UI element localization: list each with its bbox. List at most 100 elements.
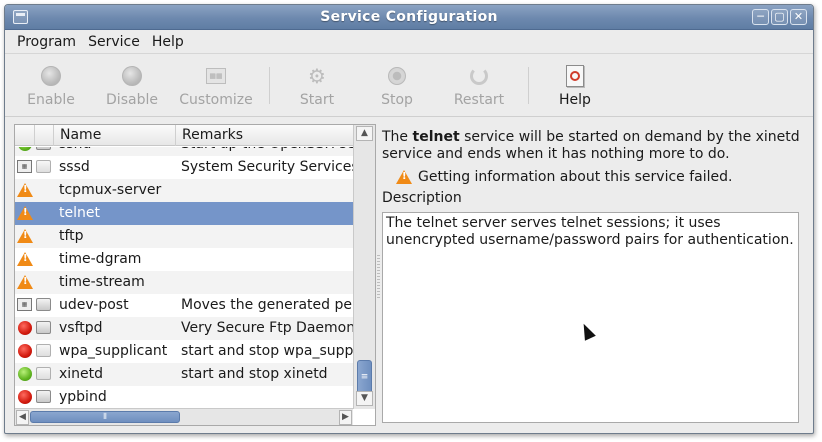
service-remark: start and stop xinetd: [181, 366, 328, 382]
service-remark: Moves the generated pers: [181, 297, 353, 313]
service-row-vsftpd[interactable]: vsftpd Very Secure Ftp Daemon: [15, 317, 353, 340]
stop-icon: [386, 65, 408, 87]
service-row-time-dgram[interactable]: time-dgram: [15, 248, 353, 271]
maximize-button[interactable]: ▢: [771, 9, 788, 25]
service-list: Name Remarks sshd Start up the OpenSSH se…: [14, 124, 376, 426]
service-row-sshd[interactable]: sshd Start up the OpenSSH serv: [15, 147, 353, 156]
minimize-button[interactable]: ─: [752, 9, 769, 25]
menu-program[interactable]: Program: [11, 34, 82, 50]
service-name: udev-post: [59, 297, 129, 313]
disable-button[interactable]: Disable: [93, 55, 171, 116]
plug-icon: [36, 344, 52, 359]
warning-icon: [396, 170, 412, 184]
help-button[interactable]: Help: [537, 55, 613, 116]
menu-help[interactable]: Help: [146, 34, 190, 50]
service-row-tftp[interactable]: tftp: [15, 225, 353, 248]
service-name: wpa_supplicant: [59, 343, 168, 359]
service-name: vsftpd: [59, 320, 103, 336]
customize-button[interactable]: ▦▦ Customize: [171, 55, 261, 116]
plug-icon: [36, 367, 52, 382]
column-name[interactable]: Name: [54, 125, 176, 146]
plug-icon: [36, 147, 52, 152]
stop-button[interactable]: Stop: [356, 55, 438, 116]
service-row-telnet[interactable]: telnet: [15, 202, 353, 225]
service-name: sshd: [59, 147, 91, 156]
warning-icon: [17, 229, 33, 244]
enable-label: Enable: [27, 92, 75, 108]
plug-icon: [36, 298, 52, 313]
start-gear-icon: ⚙: [308, 64, 326, 88]
start-button[interactable]: ⚙ Start: [278, 55, 356, 116]
restart-label: Restart: [453, 92, 505, 108]
pane-splitter[interactable]: [377, 255, 380, 300]
service-remark: Start up the OpenSSH serv: [181, 147, 353, 156]
service-remark: Very Secure Ftp Daemon: [181, 320, 353, 336]
enable-button[interactable]: Enable: [9, 55, 93, 116]
menu-service[interactable]: Service: [82, 34, 146, 50]
window-title: Service Configuration: [320, 9, 498, 25]
service-name: time-dgram: [59, 251, 142, 267]
column-remarks[interactable]: Remarks: [176, 125, 353, 146]
service-row-ypbind[interactable]: ypbind: [15, 386, 353, 409]
plug-icon: [36, 321, 52, 336]
running-status-icon: [17, 367, 33, 382]
warning-icon: [17, 252, 33, 267]
description-text[interactable]: The telnet server serves telnet sessions…: [382, 212, 799, 423]
info-warning: Getting information about this service f…: [396, 169, 802, 185]
disable-icon: [121, 65, 143, 87]
service-row-sssd[interactable]: ▦ sssd System Security Services: [15, 156, 353, 179]
vertical-scroll-thumb[interactable]: ≡: [357, 360, 372, 394]
list-rows: sshd Start up the OpenSSH serv ▦ sssd System…: [15, 147, 353, 409]
service-name: telnet: [59, 205, 100, 221]
stop-label: Stop: [381, 92, 413, 108]
disable-label: Disable: [106, 92, 158, 108]
service-row-wpa-supplicant[interactable]: wpa_supplicant start and stop wpa_supplic: [15, 340, 353, 363]
service-unit-icon: ▦: [17, 298, 33, 313]
vertical-scrollbar[interactable]: ▲ ≡ ▼: [353, 125, 375, 409]
service-row-xinetd[interactable]: xinetd start and stop xinetd: [15, 363, 353, 386]
column-status[interactable]: [15, 125, 35, 146]
toolbar-separator: [269, 67, 270, 104]
service-info-text: The telnet service will be started on de…: [382, 129, 800, 162]
help-document-icon: [564, 65, 586, 87]
horizontal-scrollbar[interactable]: ◀ ⦀ ▶: [15, 408, 353, 425]
warning-icon: [17, 183, 33, 198]
service-remark: System Security Services: [181, 159, 353, 175]
start-label: Start: [299, 92, 335, 108]
service-name: ypbind: [59, 389, 107, 405]
stopped-status-icon: [17, 390, 33, 405]
horizontal-scroll-thumb[interactable]: ⦀: [30, 411, 180, 423]
service-row-udev-post[interactable]: ▦ udev-post Moves the generated pers: [15, 294, 353, 317]
help-label: Help: [559, 92, 591, 108]
plug-icon: [36, 160, 52, 175]
restart-icon: [468, 65, 490, 87]
service-name: tftp: [59, 228, 84, 244]
list-header: Name Remarks: [15, 125, 353, 146]
scroll-down-button[interactable]: ▼: [356, 391, 373, 406]
scroll-up-button[interactable]: ▲: [356, 126, 373, 141]
plug-icon: [36, 390, 52, 405]
close-button[interactable]: ✕: [790, 9, 807, 25]
restart-button[interactable]: Restart: [438, 55, 520, 116]
stopped-status-icon: [17, 321, 33, 336]
scroll-right-button[interactable]: ▶: [339, 410, 352, 425]
title-bar[interactable]: Service Configuration ─ ▢ ✕: [5, 5, 813, 30]
column-boot[interactable]: [35, 125, 54, 146]
stopped-status-icon: [17, 344, 33, 359]
service-name: tcpmux-server: [59, 182, 162, 198]
service-name: time-stream: [59, 274, 145, 290]
service-unit-icon: ▦: [17, 160, 33, 175]
service-name: sssd: [59, 159, 90, 175]
warning-text: Getting information about this service f…: [418, 169, 733, 185]
toolbar-separator: [528, 67, 529, 104]
service-row-time-stream[interactable]: time-stream: [15, 271, 353, 294]
service-row-tcpmux-server[interactable]: tcpmux-server: [15, 179, 353, 202]
warning-icon: [17, 275, 33, 290]
menu-bar: Program Service Help: [5, 31, 813, 54]
service-detail: The telnet service will be started on de…: [382, 125, 802, 206]
scroll-left-button[interactable]: ◀: [16, 410, 29, 425]
toolbar: Enable Disable ▦▦ Customize ⚙ Start Stop…: [5, 55, 813, 117]
customize-icon: ▦▦: [205, 65, 227, 87]
enable-icon: [40, 65, 62, 87]
service-configuration-window: Service Configuration ─ ▢ ✕ Program Serv…: [4, 4, 814, 434]
